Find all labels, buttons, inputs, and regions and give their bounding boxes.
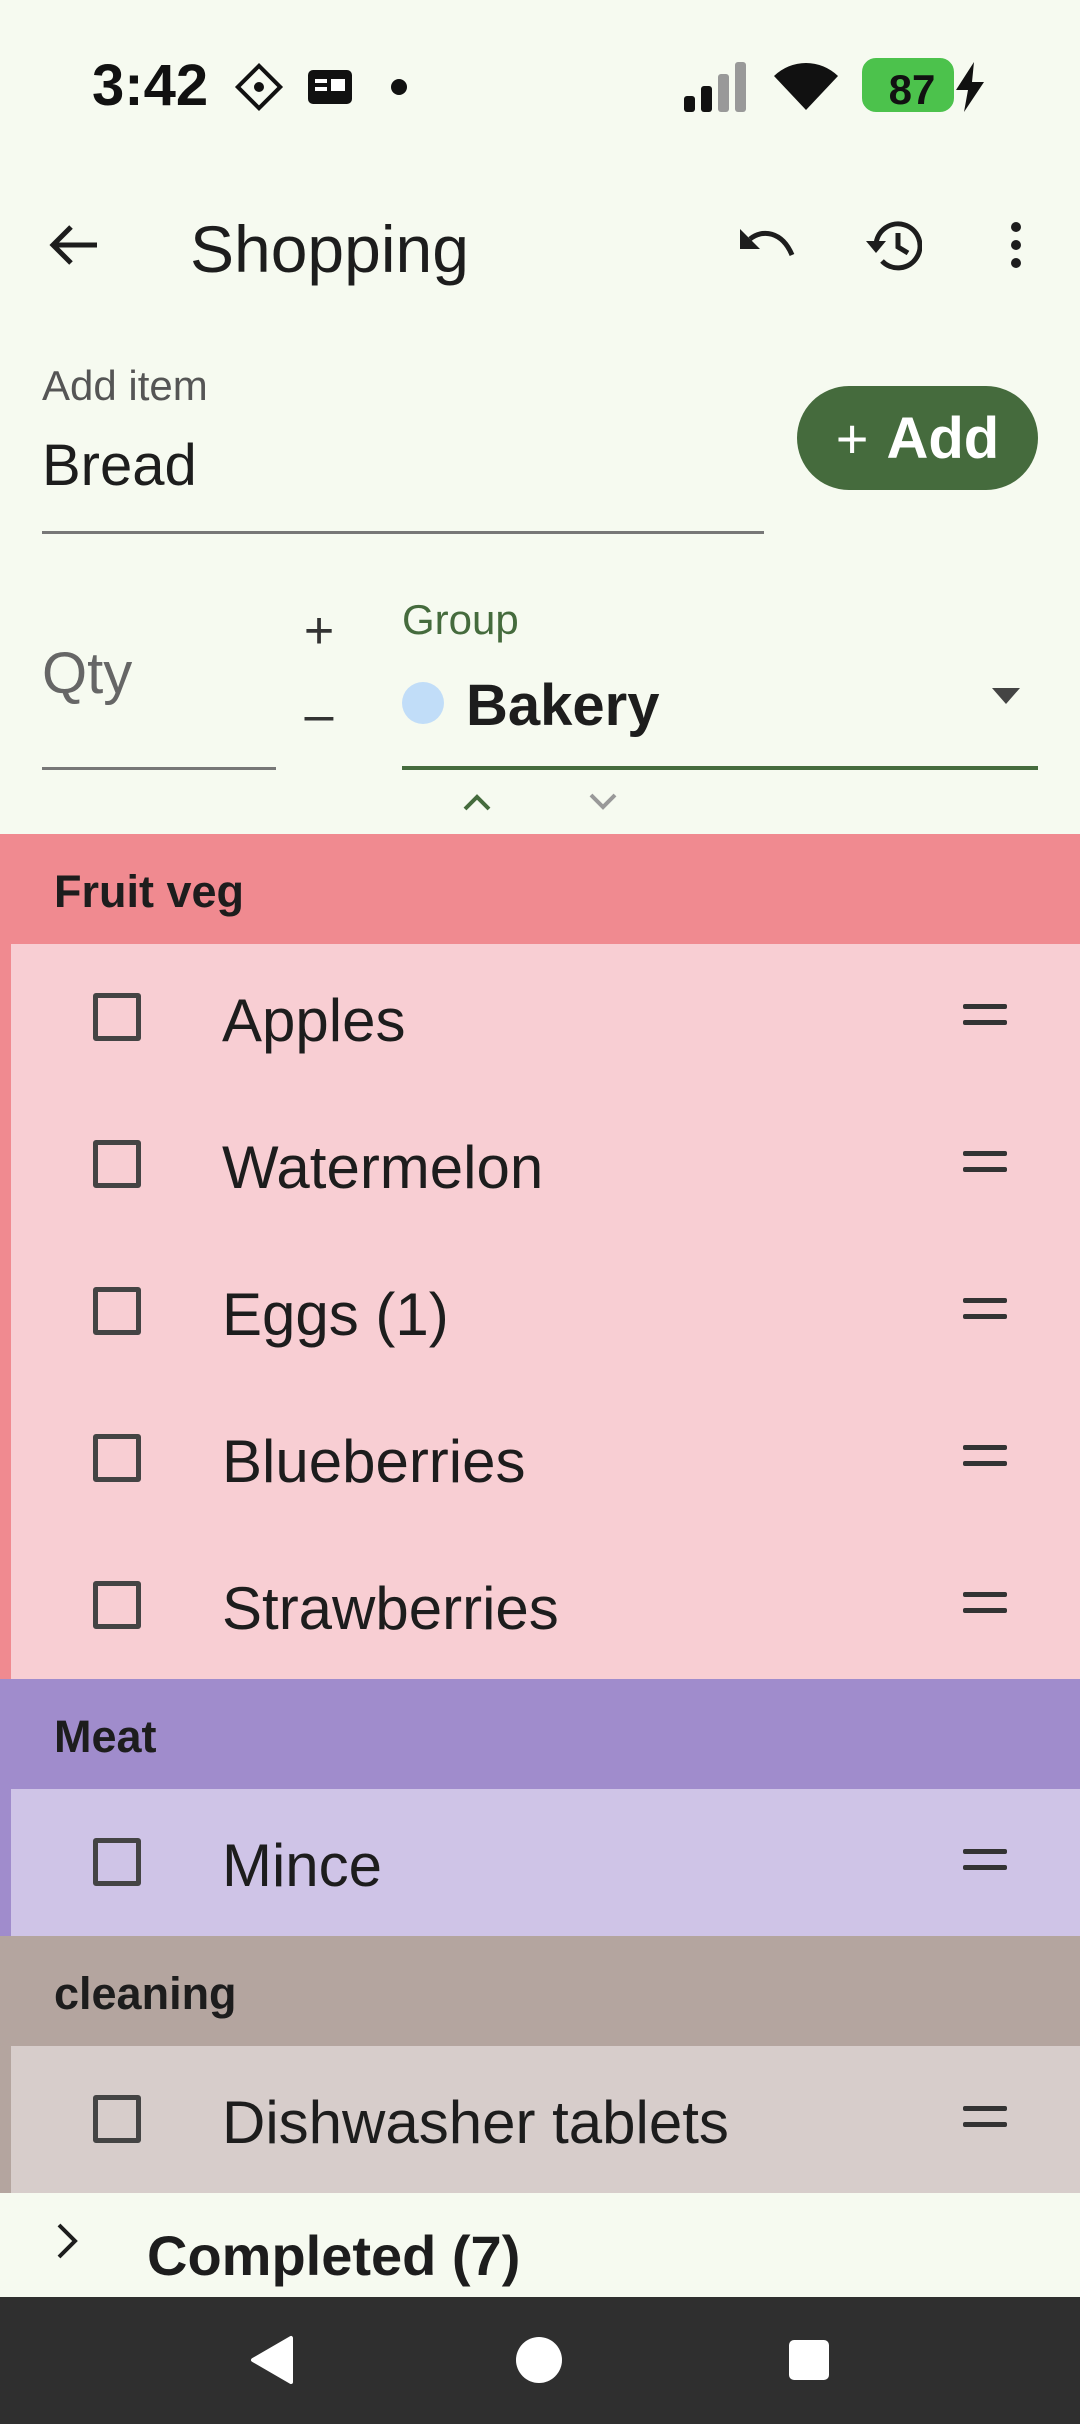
dot-icon xyxy=(390,78,408,101)
group-items: Dishwasher tablets xyxy=(0,2046,1080,2193)
drag-handle-icon[interactable] xyxy=(963,1849,1007,1877)
dropdown-arrow-icon xyxy=(992,688,1020,709)
status-bar: 3:42 87 xyxy=(0,0,1080,175)
group-select-value: Bakery xyxy=(466,673,660,738)
undo-button[interactable] xyxy=(724,205,808,289)
group-select-label: Group xyxy=(402,596,519,643)
add-button-label: Add xyxy=(886,405,1000,471)
battery-level: 87 xyxy=(888,66,936,113)
item-checkbox[interactable] xyxy=(93,1838,141,1886)
item-checkbox[interactable] xyxy=(93,1140,141,1188)
move-group-down-button[interactable] xyxy=(573,784,633,824)
list-item[interactable]: Apples xyxy=(11,944,1080,1091)
group-header-title: cleaning xyxy=(54,1968,237,2019)
charging-icon xyxy=(952,60,988,119)
move-group-up-button[interactable] xyxy=(447,784,507,824)
more-options-button[interactable] xyxy=(974,205,1058,289)
add-item-label: Add item xyxy=(42,362,208,409)
drag-handle-icon[interactable] xyxy=(963,1592,1007,1620)
drag-handle-icon[interactable] xyxy=(963,1445,1007,1473)
more-vert-icon xyxy=(1009,221,1023,274)
nav-back-triangle-icon xyxy=(247,2334,295,2391)
completed-label: Completed (7) xyxy=(147,2224,521,2287)
item-checkbox[interactable] xyxy=(93,1287,141,1335)
back-button[interactable] xyxy=(32,205,116,289)
list-item[interactable]: Strawberries xyxy=(11,1532,1080,1679)
message-card-icon xyxy=(306,66,354,113)
drag-handle-icon[interactable] xyxy=(963,1298,1007,1326)
item-checkbox[interactable] xyxy=(93,1434,141,1482)
completed-section-toggle[interactable]: Completed (7) xyxy=(0,2193,1080,2297)
battery-indicator: 87 xyxy=(862,58,954,113)
undo-icon xyxy=(736,225,796,270)
quantity-decrement-button[interactable]: – xyxy=(286,682,352,748)
page-title: Shopping xyxy=(190,212,469,286)
item-label: Mince xyxy=(222,1832,383,1899)
group-select[interactable]: Group Bakery xyxy=(402,590,1038,770)
group-items: Mince xyxy=(0,1789,1080,1936)
list-item[interactable]: Mince xyxy=(11,1789,1080,1936)
item-label: Watermelon xyxy=(222,1134,544,1201)
quantity-increment-button[interactable]: + xyxy=(286,598,352,664)
status-time: 3:42 xyxy=(92,53,209,118)
chevron-down-icon xyxy=(588,792,618,817)
group-color-dot xyxy=(402,682,444,724)
quantity-placeholder: Qty xyxy=(42,641,133,706)
group-header[interactable]: Meat xyxy=(0,1679,1080,1789)
add-button[interactable]: + Add xyxy=(797,386,1038,490)
group-header[interactable]: Fruit veg xyxy=(0,834,1080,944)
chevron-up-icon xyxy=(462,792,492,817)
history-icon xyxy=(862,217,923,278)
sim-diamond-icon xyxy=(234,62,284,117)
list-item[interactable]: Eggs (1) xyxy=(11,1238,1080,1385)
system-navigation-bar xyxy=(0,2297,1080,2424)
shopping-list: Fruit veg Apples Watermelon Eggs (1) Blueber… xyxy=(0,834,1080,2193)
group-header[interactable]: cleaning xyxy=(0,1936,1080,2046)
list-item[interactable]: Blueberries xyxy=(11,1385,1080,1532)
item-checkbox[interactable] xyxy=(93,993,141,1041)
signal-icon xyxy=(682,60,752,119)
group-items: Apples Watermelon Eggs (1) Blueberries Straw… xyxy=(0,944,1080,1679)
item-label: Blueberries xyxy=(222,1428,526,1495)
item-label: Dishwasher tablets xyxy=(222,2089,729,2156)
drag-handle-icon[interactable] xyxy=(963,1151,1007,1179)
drag-handle-icon[interactable] xyxy=(963,2106,1007,2134)
group-header-title: Meat xyxy=(54,1711,157,1762)
nav-home-button[interactable] xyxy=(504,2327,574,2397)
nav-home-circle-icon xyxy=(514,2335,564,2390)
wifi-icon xyxy=(772,58,840,117)
nav-recents-button[interactable] xyxy=(774,2327,844,2397)
list-item[interactable]: Dishwasher tablets xyxy=(11,2046,1080,2193)
back-arrow-icon xyxy=(49,223,99,272)
app-bar: Shopping xyxy=(0,175,1080,320)
nav-recents-square-icon xyxy=(788,2339,830,2386)
add-item-field[interactable]: Add item Bread xyxy=(42,352,764,534)
item-checkbox[interactable] xyxy=(93,2095,141,2143)
plus-icon: + xyxy=(835,406,869,470)
add-item-input[interactable]: Bread xyxy=(42,432,197,499)
group-header-title: Fruit veg xyxy=(54,866,245,917)
drag-handle-icon[interactable] xyxy=(963,1004,1007,1032)
item-label: Eggs (1) xyxy=(222,1281,449,1348)
item-label: Apples xyxy=(222,987,406,1054)
chevron-right-icon xyxy=(55,2221,79,2266)
item-checkbox[interactable] xyxy=(93,1581,141,1629)
list-item[interactable]: Watermelon xyxy=(11,1091,1080,1238)
history-button[interactable] xyxy=(850,205,934,289)
quantity-input[interactable]: Qty xyxy=(42,620,276,770)
nav-back-button[interactable] xyxy=(236,2327,306,2397)
item-label: Strawberries xyxy=(222,1575,559,1642)
